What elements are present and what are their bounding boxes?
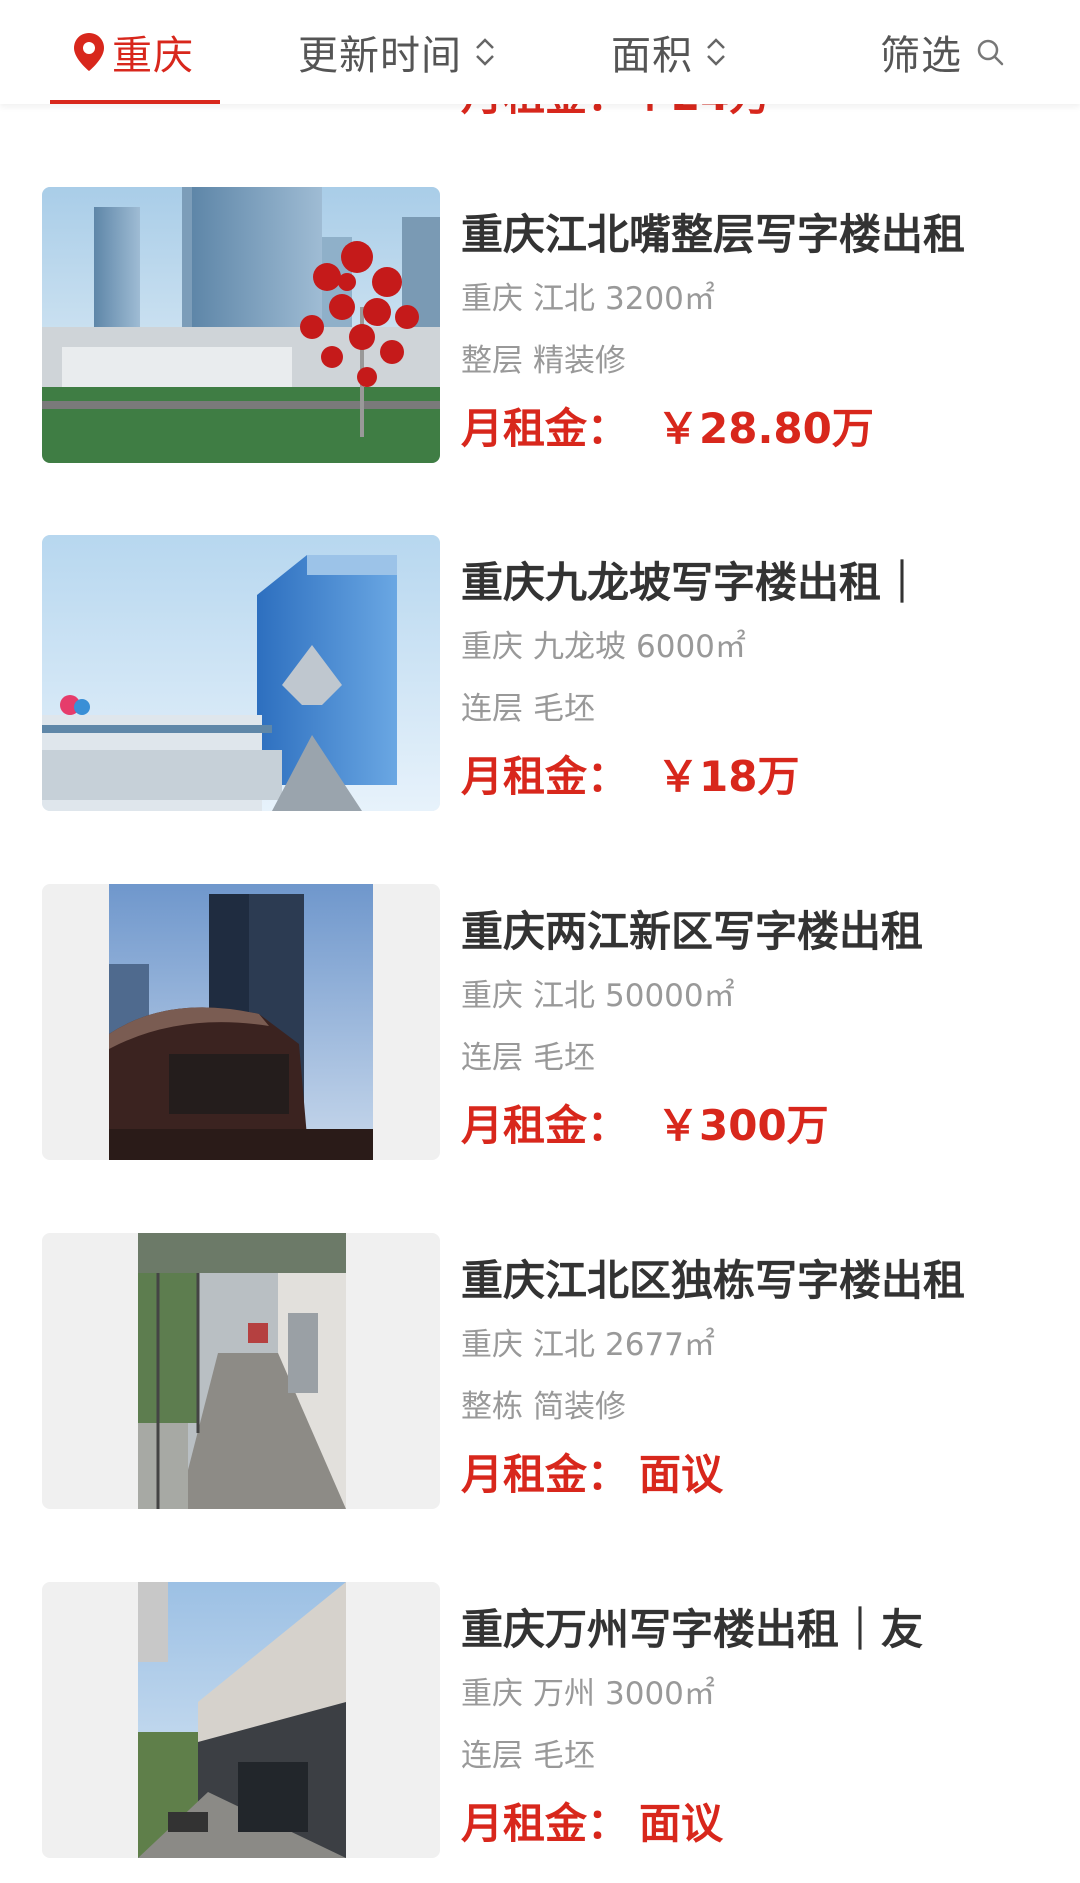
listing-location: 重庆 江北 2677㎡: [461, 1325, 1021, 1365]
listing-tag: 精装修: [533, 343, 626, 379]
listing-district: 江北: [533, 281, 595, 317]
price-label: 月租金：: [461, 1799, 630, 1848]
listing-price: 月租金： ￥28.80万: [461, 401, 1021, 457]
listing-tags: 连层 毛坯: [461, 1038, 1021, 1078]
listing-location: 重庆 九龙坡 6000㎡: [461, 627, 1021, 667]
listing-area: 2677㎡: [605, 1327, 715, 1363]
listing-district: 九龙坡: [533, 629, 626, 665]
listing-tag: 连层: [461, 1738, 523, 1774]
listing-tag: 简装修: [533, 1389, 626, 1425]
listing-tags: 连层 毛坯: [461, 689, 1021, 729]
listing-price: 月租金： ￥18万: [461, 749, 1021, 805]
listing-card[interactable]: 重庆万州写字楼出租｜友 重庆 万州 3000㎡ 连层 毛坯 月租金： 面议: [0, 1582, 1080, 1858]
listing-card[interactable]: 重庆九龙坡写字楼出租｜ 重庆 九龙坡 6000㎡ 连层 毛坯 月租金： ￥18万: [0, 535, 1080, 811]
listing-page: 月租金：￥24万: [0, 0, 1080, 1883]
price-label: 月租金：: [461, 752, 630, 801]
listing-title[interactable]: 重庆两江新区写字楼出租: [461, 906, 1001, 958]
listing-title[interactable]: 重庆九龙坡写字楼出租｜: [461, 557, 1001, 609]
listing-tag: 连层: [461, 691, 523, 727]
listing-card[interactable]: 重庆两江新区写字楼出租 重庆 江北 50000㎡ 连层 毛坯 月租金： ￥300万: [0, 884, 1080, 1160]
sort-time-label: 更新时间: [298, 33, 462, 79]
price-value: ￥28.80万: [657, 404, 874, 453]
listing-location: 重庆 江北 3200㎡: [461, 279, 1021, 319]
tab-location[interactable]: 重庆: [72, 0, 194, 104]
alley-building-photo: [138, 1233, 346, 1509]
office-tower-photo: [42, 535, 440, 811]
listing-tag: 连层: [461, 1040, 523, 1076]
listing-image[interactable]: [42, 1582, 440, 1858]
price-label: 月租金：: [461, 1101, 630, 1150]
sort-arrows-icon: [476, 38, 494, 66]
price-value: 面议: [639, 1450, 724, 1499]
listing-tags: 整栋 简装修: [461, 1387, 1021, 1427]
sort-area-label: 面积: [611, 33, 693, 79]
listing-area: 50000㎡: [605, 978, 735, 1014]
price-label: 月租金：: [461, 1450, 630, 1499]
location-label: 重庆: [112, 33, 194, 79]
sort-by-update-time[interactable]: 更新时间: [298, 0, 496, 104]
sort-by-area[interactable]: 面积: [611, 0, 727, 104]
listing-location: 重庆 江北 50000㎡: [461, 976, 1021, 1016]
listing-district: 江北: [533, 1327, 595, 1363]
listing-district: 江北: [533, 978, 595, 1014]
location-pin-icon: [74, 33, 104, 71]
price-value: ￥300万: [657, 1101, 829, 1150]
street-building-photo: [138, 1582, 346, 1858]
listing-tags: 连层 毛坯: [461, 1736, 1021, 1776]
listing-price: 月租金： ￥300万: [461, 1098, 1021, 1154]
filter-label: 筛选: [880, 33, 962, 79]
listing-image[interactable]: [42, 535, 440, 811]
listing-title[interactable]: 重庆江北嘴整层写字楼出租: [461, 209, 1001, 261]
listing-image[interactable]: [42, 884, 440, 1160]
listing-city: 重庆: [461, 629, 523, 665]
listing-image[interactable]: [42, 1233, 440, 1509]
listing-area: 6000㎡: [636, 629, 746, 665]
listing-tag: 整栋: [461, 1389, 523, 1425]
listing-area: 3000㎡: [605, 1676, 715, 1712]
listing-title[interactable]: 重庆万州写字楼出租｜友: [461, 1604, 1001, 1656]
listing-area: 3200㎡: [605, 281, 715, 317]
listing-city: 重庆: [461, 281, 523, 317]
price-label: 月租金：: [461, 404, 630, 453]
listing-title[interactable]: 重庆江北区独栋写字楼出租: [461, 1255, 1001, 1307]
search-icon: [977, 39, 1004, 66]
listing-tag: 毛坯: [533, 1738, 595, 1774]
active-tab-indicator: [50, 100, 220, 104]
listing-tag: 毛坯: [533, 1040, 595, 1076]
listing-price: 月租金： 面议: [461, 1447, 1021, 1503]
listing-city: 重庆: [461, 1327, 523, 1363]
listing-location: 重庆 万州 3000㎡: [461, 1674, 1021, 1714]
listing-city: 重庆: [461, 1676, 523, 1712]
price-value: 面议: [639, 1799, 724, 1848]
office-tower-photo: [109, 884, 373, 1160]
listing-card[interactable]: 重庆江北嘴整层写字楼出租 重庆 江北 3200㎡ 整层 精装修 月租金： ￥28.80万: [0, 187, 1080, 463]
listing-card[interactable]: 重庆江北区独栋写字楼出租 重庆 江北 2677㎡ 整栋 简装修 月租金： 面议: [0, 1233, 1080, 1509]
listing-price: 月租金： 面议: [461, 1796, 1021, 1852]
listing-city: 重庆: [461, 978, 523, 1014]
listing-district: 万州: [533, 1676, 595, 1712]
filter-bar: 重庆 更新时间 面积 筛选: [0, 0, 1080, 104]
filter-button[interactable]: 筛选: [880, 0, 1004, 104]
sort-arrows-icon: [707, 38, 725, 66]
office-tower-photo: [42, 187, 440, 463]
listing-tags: 整层 精装修: [461, 341, 1021, 381]
listing-tag: 整层: [461, 343, 523, 379]
price-value: ￥18万: [657, 752, 800, 801]
listing-image[interactable]: [42, 187, 440, 463]
listing-tag: 毛坯: [533, 691, 595, 727]
